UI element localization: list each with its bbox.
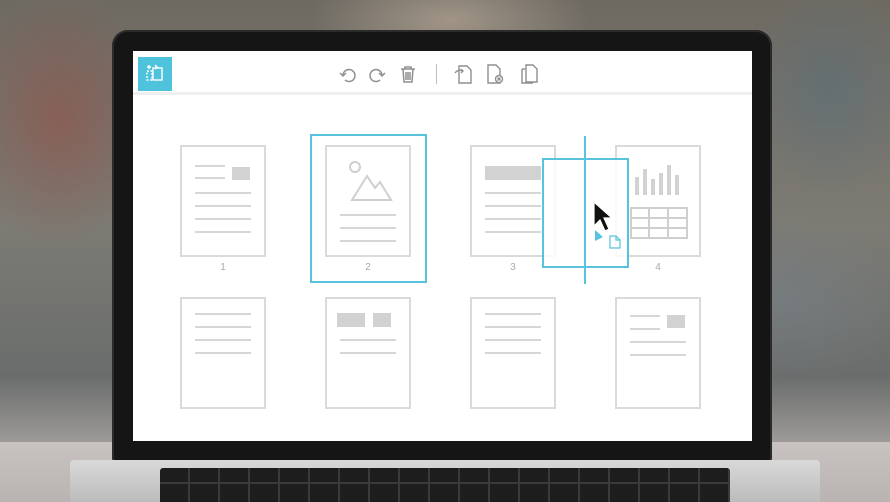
page-number-2: 2 [365, 262, 371, 273]
keyboard [160, 468, 730, 502]
trash-icon[interactable] [397, 63, 419, 85]
page-manager-logo-icon[interactable] [138, 57, 172, 91]
duplicate-page-icon[interactable] [519, 63, 541, 85]
page-thumbnail-8[interactable] [615, 297, 701, 409]
app-screen: 1 2 3 4 [133, 51, 752, 441]
toolbar [133, 51, 752, 95]
page-number-1: 1 [220, 262, 226, 273]
page-thumbnail-6[interactable] [325, 297, 411, 409]
page-grid: 1 2 3 4 [133, 95, 752, 441]
page-thumbnail-1[interactable] [180, 145, 266, 257]
rotate-page-icon[interactable] [452, 63, 474, 85]
page-number-3: 3 [510, 262, 516, 273]
document-icon [609, 235, 621, 249]
table-placeholder-icon [630, 207, 688, 239]
redo-icon[interactable] [366, 63, 388, 85]
delete-page-icon[interactable] [484, 63, 506, 85]
undo-icon[interactable] [337, 63, 359, 85]
page-thumbnail-7[interactable] [470, 297, 556, 409]
page-number-4: 4 [655, 262, 661, 273]
insertion-indicator [584, 136, 586, 284]
selected-page-frame[interactable] [310, 134, 427, 283]
page-thumbnail-5[interactable] [180, 297, 266, 409]
toolbar-divider [436, 64, 437, 84]
